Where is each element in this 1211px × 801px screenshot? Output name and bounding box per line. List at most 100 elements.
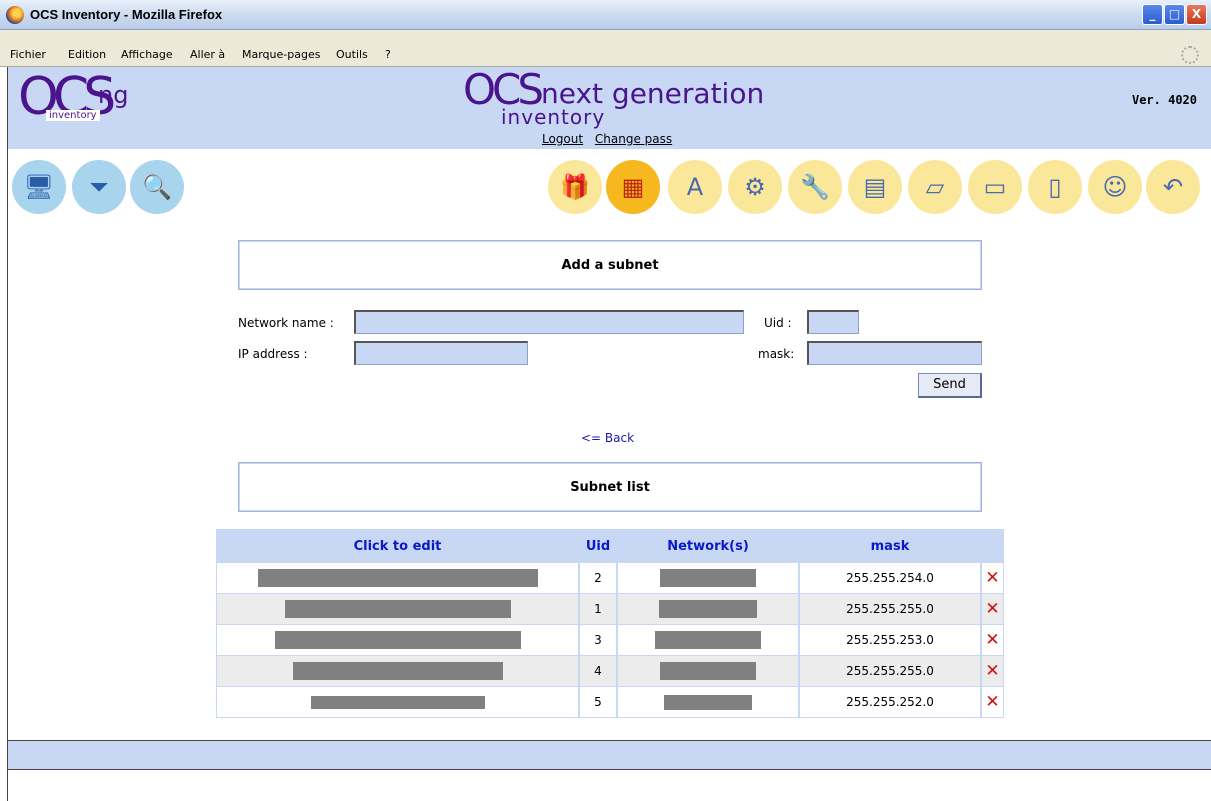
wrench-icon[interactable]: 🔧 xyxy=(788,160,842,214)
center-logo: OCS next generation inventory xyxy=(463,65,793,129)
menu-outils[interactable]: Outils xyxy=(336,48,368,61)
page-left-border xyxy=(7,67,8,801)
menubar-spacer xyxy=(0,30,1211,44)
row-name-cell[interactable] xyxy=(216,563,579,594)
firewall-icon[interactable]: ▦ xyxy=(606,160,660,214)
registry-icon[interactable]: ▤ xyxy=(848,160,902,214)
mask-input[interactable] xyxy=(807,341,982,365)
delete-row-cell[interactable]: ✕ xyxy=(981,656,1004,687)
delete-icon[interactable]: ✕ xyxy=(985,630,999,650)
row-network-cell xyxy=(617,563,799,594)
redacted-name[interactable] xyxy=(292,662,503,680)
menu-help[interactable]: ? xyxy=(385,48,391,61)
subnet-list-title: Subnet list xyxy=(570,479,650,495)
filter-icon[interactable]: ⏷ xyxy=(72,160,126,214)
col-click-to-edit[interactable]: Click to edit xyxy=(216,529,579,563)
close-window-button[interactable]: X xyxy=(1186,4,1207,25)
menu-edition[interactable]: Edition xyxy=(68,48,106,61)
throbber-icon xyxy=(1181,46,1199,64)
menubar: Fichier Edition Affichage Aller à Marque… xyxy=(0,44,1211,67)
redacted-network xyxy=(655,631,761,649)
back-icon[interactable]: ↶ xyxy=(1146,160,1200,214)
center-logo-inventory: inventory xyxy=(501,105,606,129)
window-title: OCS Inventory - Mozilla Firefox xyxy=(30,7,223,22)
row-mask: 255.255.255.0 xyxy=(799,656,981,687)
redacted-name[interactable] xyxy=(284,600,511,618)
help-icon[interactable]: ☺ xyxy=(1088,160,1142,214)
menu-fichier[interactable]: Fichier xyxy=(10,48,46,61)
row-name-cell[interactable] xyxy=(216,594,579,625)
add-subnet-header: Add a subnet xyxy=(238,240,982,290)
redacted-network xyxy=(660,569,756,587)
network-name-input[interactable] xyxy=(354,310,744,334)
table-row: 3 255.255.253.0 ✕ xyxy=(216,625,1004,656)
delete-icon[interactable]: ✕ xyxy=(985,692,999,712)
table-row: 1 255.255.255.0 ✕ xyxy=(216,594,1004,625)
ocs-logo[interactable]: OCS ng inventory xyxy=(18,67,138,135)
row-uid: 2 xyxy=(579,563,617,594)
minimize-button[interactable]: _ xyxy=(1142,4,1163,25)
menu-aller[interactable]: Aller à xyxy=(190,48,225,61)
notepad-icon[interactable]: ▯ xyxy=(1028,160,1082,214)
logo-inventory-text: inventory xyxy=(46,110,100,121)
packages-icon[interactable]: 🎁 xyxy=(548,160,602,214)
delete-icon[interactable]: ✕ xyxy=(985,661,999,681)
delete-row-cell[interactable]: ✕ xyxy=(981,687,1004,718)
subnet-list-header: Subnet list xyxy=(238,462,982,512)
maximize-button[interactable]: □ xyxy=(1164,4,1185,25)
firefox-icon xyxy=(6,6,24,24)
add-subnet-title: Add a subnet xyxy=(561,257,659,273)
row-mask: 255.255.254.0 xyxy=(799,563,981,594)
ip-address-input[interactable] xyxy=(354,341,528,365)
app-header: OCS ng inventory OCS next generation inv… xyxy=(8,65,1211,149)
logout-link[interactable]: Logout xyxy=(542,132,583,146)
col-delete xyxy=(981,529,1004,563)
col-uid[interactable]: Uid xyxy=(579,529,617,563)
row-network-cell xyxy=(617,625,799,656)
window-titlebar: OCS Inventory - Mozilla Firefox _ □ X xyxy=(0,0,1211,30)
wallet-icon[interactable]: ▭ xyxy=(968,160,1022,214)
row-uid: 4 xyxy=(579,656,617,687)
row-name-cell[interactable] xyxy=(216,625,579,656)
delete-icon[interactable]: ✕ xyxy=(985,568,999,588)
row-name-cell[interactable] xyxy=(216,656,579,687)
col-networks[interactable]: Network(s) xyxy=(617,529,799,563)
documents-icon[interactable]: ▱ xyxy=(908,160,962,214)
uid-label: Uid : xyxy=(764,316,792,330)
delete-row-cell[interactable]: ✕ xyxy=(981,594,1004,625)
row-mask: 255.255.255.0 xyxy=(799,594,981,625)
table-row: 2 255.255.254.0 ✕ xyxy=(216,563,1004,594)
delete-icon[interactable]: ✕ xyxy=(985,599,999,619)
subnet-table: Click to edit Uid Network(s) mask 2 255.… xyxy=(216,529,1004,718)
redacted-network xyxy=(660,662,756,680)
row-name-cell[interactable] xyxy=(216,687,579,718)
row-network-cell xyxy=(617,594,799,625)
table-row: 5 255.255.252.0 ✕ xyxy=(216,687,1004,718)
network-name-label: Network name : xyxy=(238,316,334,330)
delete-row-cell[interactable]: ✕ xyxy=(981,563,1004,594)
delete-row-cell[interactable]: ✕ xyxy=(981,625,1004,656)
change-pass-link[interactable]: Change pass xyxy=(595,132,672,146)
col-mask[interactable]: mask xyxy=(799,529,981,563)
back-link[interactable]: <= Back xyxy=(581,431,634,445)
version-label: Ver. 4020 xyxy=(1131,93,1197,107)
mask-label: mask: xyxy=(758,347,795,361)
dictionary-icon[interactable]: A xyxy=(668,160,722,214)
table-row: 4 255.255.255.0 ✕ xyxy=(216,656,1004,687)
row-network-cell xyxy=(617,687,799,718)
uid-input[interactable] xyxy=(807,310,859,334)
redacted-network xyxy=(659,600,757,618)
row-uid: 1 xyxy=(579,594,617,625)
redacted-name[interactable] xyxy=(274,631,521,649)
gears-icon[interactable]: ⚙ xyxy=(728,160,782,214)
redacted-name[interactable] xyxy=(257,569,538,587)
row-mask: 255.255.253.0 xyxy=(799,625,981,656)
search-icon[interactable]: 🔍 xyxy=(130,160,184,214)
row-network-cell xyxy=(617,656,799,687)
menu-affichage[interactable]: Affichage xyxy=(121,48,173,61)
menu-marque-pages[interactable]: Marque-pages xyxy=(242,48,320,61)
send-button[interactable]: Send xyxy=(918,373,982,398)
computers-icon[interactable]: 🖥 xyxy=(12,160,66,214)
footer-bar xyxy=(8,740,1211,770)
redacted-name[interactable] xyxy=(310,696,485,709)
